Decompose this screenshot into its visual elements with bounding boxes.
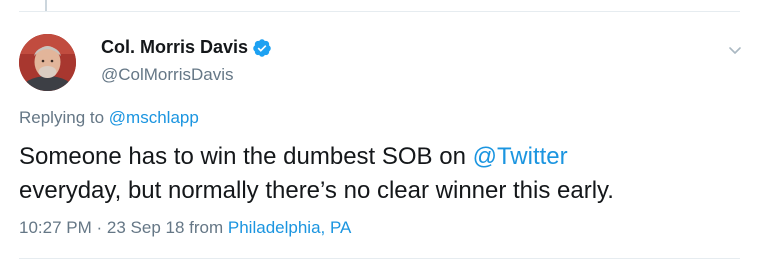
mention-link[interactable]: @Twitter	[473, 143, 568, 170]
from-label: from	[189, 218, 224, 237]
display-name[interactable]: Col. Morris Davis	[101, 37, 248, 58]
tweet-date[interactable]: 23 Sep 18	[107, 218, 185, 237]
replying-prefix: Replying to	[19, 108, 105, 127]
tweet-text-part2: everyday, but normally there’s no clear …	[19, 177, 614, 204]
tweet-time[interactable]: 10:27 PM	[19, 218, 92, 237]
bottom-divider	[19, 258, 740, 259]
avatar-photo	[19, 34, 76, 91]
avatar[interactable]	[19, 34, 76, 91]
replying-to-link[interactable]: @mschlapp	[109, 108, 199, 127]
top-divider	[19, 11, 740, 12]
thread-connector-line	[45, 0, 47, 11]
meta-separator: ·	[96, 218, 103, 237]
replying-to-line: Replying to @mschlapp	[19, 108, 199, 128]
tweet-text-part1: Someone has to win the dumbest SOB on	[19, 143, 473, 170]
tweet-metadata: 10:27 PM · 23 Sep 18 from Philadelphia, …	[19, 218, 351, 238]
location-link[interactable]: Philadelphia, PA	[228, 218, 352, 237]
chevron-down-icon[interactable]	[727, 42, 743, 58]
username[interactable]: @ColMorrisDavis	[101, 65, 234, 85]
tweet-text: Someone has to win the dumbest SOB on @T…	[19, 140, 739, 208]
verified-badge-icon	[253, 39, 271, 57]
